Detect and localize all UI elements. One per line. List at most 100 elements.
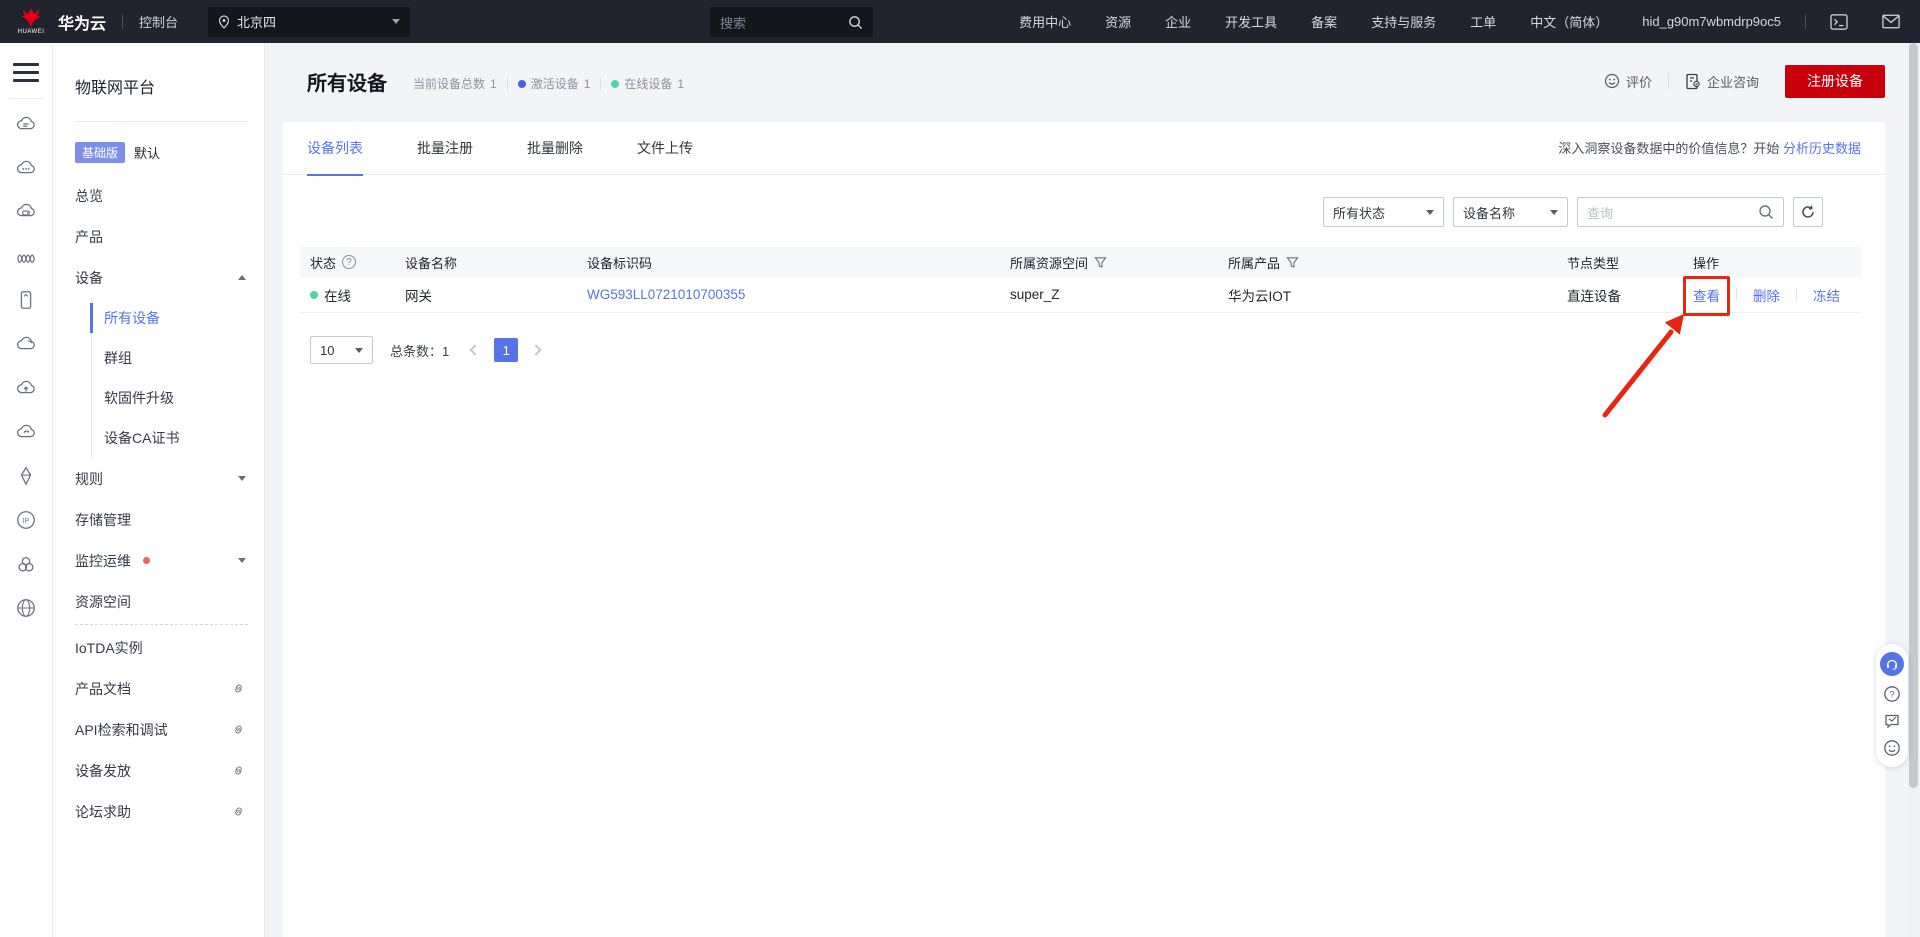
row-product: 华为云IOT [1228,288,1291,304]
cloud-sync-icon[interactable] [15,421,37,443]
sidebar-item-overview[interactable]: 总览 [53,175,264,216]
prev-page-button[interactable] [466,342,482,358]
waveform-icon[interactable] [15,245,37,267]
menu-ticket[interactable]: 工单 [1470,12,1496,31]
feedback-link[interactable]: 评价 [1604,72,1652,91]
help-circle-icon[interactable]: ? [342,255,357,269]
sidebar-item-forum-help[interactable]: 论坛求助 [53,791,264,832]
register-device-button[interactable]: 注册设备 [1785,64,1885,98]
cli-terminal-icon[interactable] [1830,13,1848,30]
console-link[interactable]: 控制台 [139,12,178,31]
page-scrollbar[interactable] [1907,43,1920,937]
sidebar-item-device-ca-cert[interactable]: 设备CA证书 [92,418,264,458]
help-circle-button[interactable]: ? [1883,685,1901,703]
chevron-down-icon [238,558,246,563]
search-placeholder: 搜索 [720,15,747,31]
notification-dot [143,557,150,564]
beacon-icon[interactable] [15,465,37,487]
menu-devtools[interactable]: 开发工具 [1225,12,1277,31]
huawei-logo[interactable]: HUAWEI [12,8,50,35]
mobile-device-icon[interactable] [15,289,37,311]
enterprise-consult-link[interactable]: 企业咨询 [1685,72,1759,91]
support-headset-button[interactable] [1880,652,1904,676]
chevron-down-icon [355,347,363,353]
device-stats: 当前设备总数 1 激活设备 1 在线设备 1 [413,75,684,92]
menu-billing[interactable]: 费用中心 [1019,12,1071,31]
sidebar-item-api-explorer[interactable]: API检索和调试 [53,709,264,750]
sidebar-item-devices[interactable]: 设备 [53,257,264,298]
satisfaction-smiley-button[interactable] [1883,739,1901,757]
delete-action-link[interactable]: 删除 [1753,285,1780,305]
col-product: 所属产品 [1228,255,1281,271]
sidebar-item-all-devices[interactable]: 所有设备 [90,298,264,338]
sidebar-item-rules[interactable]: 规则 [53,458,264,499]
view-action-link[interactable]: 查看 [1693,285,1720,305]
chevron-down-icon [392,19,401,24]
chevron-down-icon [1550,209,1558,215]
floating-toolbar: ? [1876,644,1908,767]
menu-support[interactable]: 支持与服务 [1371,12,1436,31]
account-id[interactable]: hid_g90m7wbmdrp9oc5 [1642,14,1781,29]
refresh-icon [1802,205,1814,218]
device-code-link[interactable]: WG593LL0721010700355 [587,287,745,302]
sidebar-item-resource-spaces[interactable]: 资源空间 [53,581,264,622]
next-page-button[interactable] [530,342,546,358]
tab-batch-register[interactable]: 批量注册 [417,122,473,175]
status-filter-select[interactable]: 所有状态 [1323,197,1444,227]
globe-icon[interactable] [15,597,37,619]
sidebar-item-groups[interactable]: 群组 [92,338,264,378]
sidebar-item-monitoring[interactable]: 监控运维 [53,540,264,581]
region-value: 北京四 [237,15,277,30]
menu-language[interactable]: 中文（简体） [1530,12,1608,31]
online-status-dot [310,290,318,299]
filter-funnel-icon[interactable] [1286,256,1299,269]
chain-link-icon [235,684,242,693]
tab-file-upload[interactable]: 文件上传 [637,122,693,175]
sidebar-item-storage[interactable]: 存储管理 [53,499,264,540]
menu-resources[interactable]: 资源 [1105,12,1131,31]
sidebar-item-iotda-instances[interactable]: IoTDA实例 [53,627,264,668]
feedback-form-button[interactable] [1883,712,1901,730]
cloud-ellipsis-icon[interactable] [15,157,37,179]
stat-divider [506,77,508,90]
cloud-upload-icon[interactable] [15,377,37,399]
sidebar-item-device-provisioning[interactable]: 设备发放 [53,750,264,791]
row-status: 在线 [324,288,351,304]
menu-icp[interactable]: 备案 [1311,12,1337,31]
stat-total-value: 1 [490,76,497,91]
sidebar-item-products[interactable]: 产品 [53,216,264,257]
tab-device-list[interactable]: 设备列表 [307,122,363,176]
sidebar-item-firmware-upgrade[interactable]: 软固件升级 [92,378,264,418]
region-selector[interactable]: 北京四 [208,6,411,37]
table-header: 状态 ? 设备名称 设备标识码 所属资源空间 所属产品 节点类型 操作 [300,247,1861,277]
device-search-input[interactable]: 查询 [1577,197,1784,227]
filter-funnel-icon[interactable] [1094,256,1107,269]
col-device-code: 设备标识码 [587,255,653,271]
row-resource-space: super_Z [1010,287,1060,302]
sidebar-item-product-docs[interactable]: 产品文档 [53,668,264,709]
search-field-select[interactable]: 设备名称 [1453,197,1568,227]
main-content: 所有设备 当前设备总数 1 激活设备 1 在线设备 1 评价 企业咨询 注册设备… [265,43,1920,937]
chain-link-icon [235,725,242,734]
page-size-select[interactable]: 10 [310,336,373,364]
cloud-icon[interactable] [15,333,37,355]
cluster-icon[interactable] [15,553,37,575]
stat-activated-value: 1 [583,76,591,91]
brand-name[interactable]: 华为云 [58,10,106,34]
cloud-server-icon[interactable] [15,113,37,135]
tab-batch-delete[interactable]: 批量删除 [527,122,583,175]
cloud-card-icon[interactable] [15,201,37,223]
row-node-type: 直连设备 [1567,288,1621,304]
hamburger-menu-icon[interactable] [13,63,39,82]
global-search-input[interactable]: 搜索 [710,7,873,37]
freeze-action-link[interactable]: 冻结 [1813,285,1840,305]
current-page-button[interactable]: 1 [494,338,519,362]
action-divider [1796,288,1797,301]
menu-enterprise[interactable]: 企业 [1165,12,1191,31]
ip-circle-icon[interactable]: IP [15,509,37,531]
scrollbar-thumb[interactable] [1909,43,1918,788]
refresh-button[interactable] [1793,197,1823,227]
mail-icon[interactable] [1882,14,1900,29]
col-node-type: 节点类型 [1567,255,1620,271]
analyze-history-link[interactable]: 分析历史数据 [1783,141,1861,156]
